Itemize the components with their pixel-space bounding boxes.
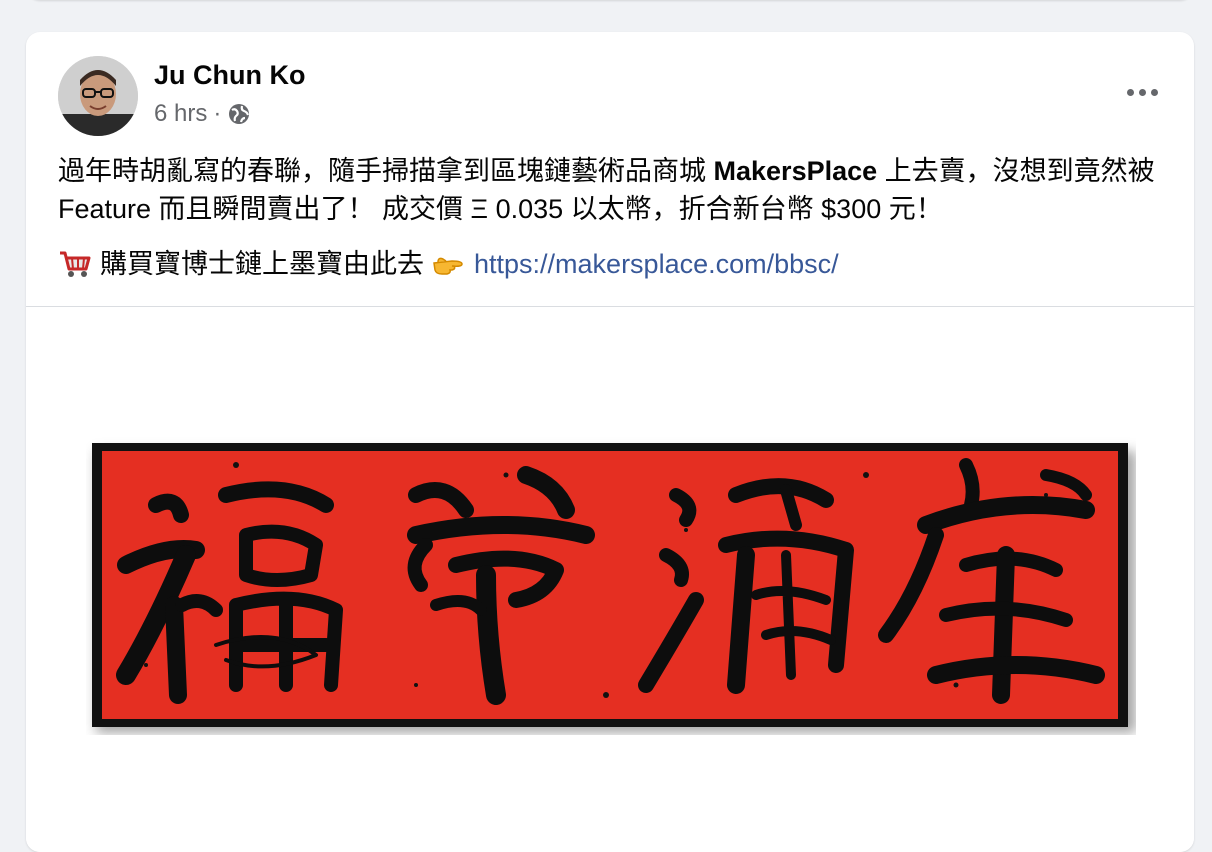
cta-text: 購買寶博士鏈上墨寶由此去 <box>100 249 424 279</box>
post-time[interactable]: 6 hrs <box>154 100 207 128</box>
pointing-hand-icon <box>432 249 466 279</box>
author-avatar[interactable] <box>58 56 138 136</box>
avatar-photo <box>58 56 138 136</box>
post-text-part1: 過年時胡亂寫的春聯，隨手掃描拿到區塊鏈藝術品商城 <box>58 156 714 186</box>
post-cta-line: 購買寶博士鏈上墨寶由此去 https://makersplace.com/bbs… <box>58 244 1168 284</box>
shopping-cart-icon <box>58 249 92 279</box>
post-card: Ju Chun Ko 6 hrs · 過年時胡亂寫的春聯，隨手掃描拿到區塊鏈藝術… <box>26 32 1194 852</box>
post-image[interactable] <box>26 307 1194 852</box>
post-meta: 6 hrs · <box>154 100 251 128</box>
makersplace-link[interactable]: https://makersplace.com/bbsc/ <box>474 244 839 284</box>
globe-icon[interactable] <box>227 102 251 126</box>
meta-separator: · <box>213 100 222 127</box>
author-name[interactable]: Ju Chun Ko <box>154 60 305 91</box>
calligraphy-banner-image <box>92 443 1136 733</box>
post-text-bold: MakersPlace <box>713 156 878 186</box>
more-options-icon[interactable] <box>1120 78 1164 106</box>
post-body: 過年時胡亂寫的春聯，隨手掃描拿到區塊鏈藝術品商城 MakersPlace 上去賣… <box>58 152 1168 228</box>
